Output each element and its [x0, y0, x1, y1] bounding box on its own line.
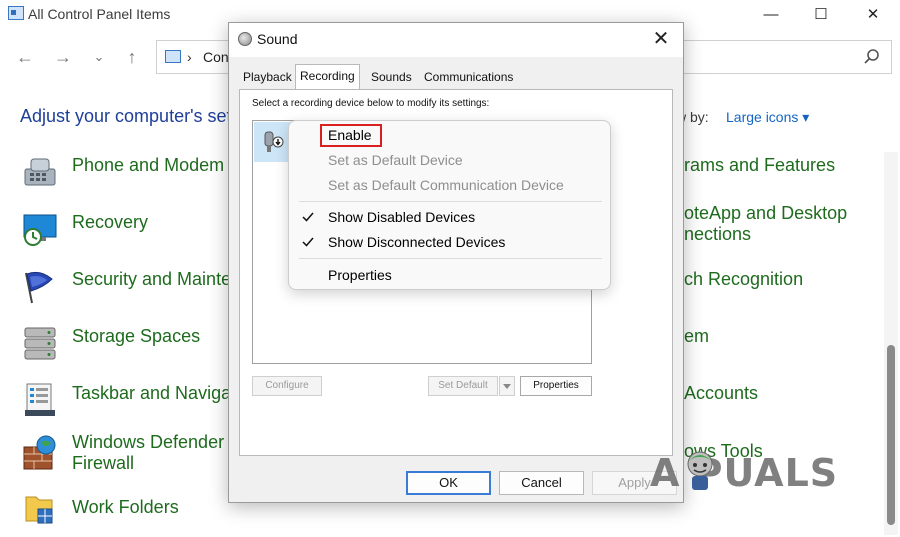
ok-button[interactable]: OK	[406, 471, 491, 495]
up-arrow-icon[interactable]: ↑	[121, 46, 143, 68]
security-flag-icon	[25, 271, 53, 304]
appuals-watermark: A PUALS	[650, 451, 839, 495]
watermark-mascot-icon	[687, 451, 713, 490]
checkmark-icon	[302, 212, 314, 222]
cp-item-remoteapp-line2[interactable]: nections	[684, 224, 751, 245]
scrollbar-thumb[interactable]	[887, 345, 895, 525]
work-folders-icon	[25, 496, 53, 524]
menu-separator	[299, 258, 602, 259]
phone-modem-icon	[24, 158, 56, 186]
cp-item-label[interactable]: Phone and Modem	[72, 155, 224, 176]
dialog-close-icon[interactable]: ✕	[649, 27, 673, 51]
cp-item-label[interactable]: Recovery	[72, 212, 148, 233]
page-heading: Adjust your computer's set	[20, 106, 232, 126]
control-panel-icon	[8, 6, 24, 20]
view-by-dropdown[interactable]: Large icons ▾	[726, 109, 809, 126]
cp-item-label[interactable]: Taskbar and Naviga	[72, 383, 231, 404]
cp-item-label[interactable]: Work Folders	[72, 497, 179, 518]
cp-item-remoteapp-line1[interactable]: oteApp and Desktop	[684, 203, 847, 224]
cp-item-user-accounts[interactable]: Accounts	[684, 383, 758, 404]
menu-item-label[interactable]: Show Disabled Devices	[328, 206, 475, 228]
search-icon[interactable]	[863, 48, 881, 66]
cp-item-label-line2[interactable]: Firewall	[72, 453, 134, 474]
microphone-disabled-icon	[264, 131, 284, 152]
menu-item-label[interactable]: Set as Default Device	[328, 149, 463, 171]
properties-button[interactable]: Properties	[520, 376, 592, 396]
set-default-dropdown-arrow[interactable]	[499, 376, 515, 396]
storage-spaces-icon	[24, 327, 56, 360]
cp-item-label[interactable]: Security and Mainte	[72, 269, 231, 290]
cp-item-programs-features[interactable]: rams and Features	[684, 155, 835, 176]
menu-item-label[interactable]: Show Disconnected Devices	[328, 231, 505, 253]
cp-item-system[interactable]: em	[684, 326, 709, 347]
menu-item-show-disabled-devices[interactable]: Show Disabled Devices	[289, 206, 610, 228]
menu-item-set-default-device[interactable]: Set as Default Device	[289, 149, 610, 171]
tab-playback[interactable]: Playback	[239, 67, 296, 87]
cp-item-speech-recognition[interactable]: ch Recognition	[684, 269, 803, 290]
menu-item-label[interactable]: Set as Default Communication Device	[328, 174, 564, 196]
checkmark-icon	[302, 237, 314, 247]
speaker-icon	[238, 32, 252, 46]
device-context-menu: Enable Set as Default Device Set as Defa…	[288, 120, 611, 290]
tab-sounds[interactable]: Sounds	[367, 67, 416, 87]
cancel-button[interactable]: Cancel	[499, 471, 584, 495]
cp-window-title: All Control Panel Items	[28, 6, 171, 22]
menu-item-properties[interactable]: Properties	[289, 264, 610, 286]
close-button[interactable]: ✕	[850, 2, 896, 28]
set-default-button[interactable]: Set Default	[428, 376, 498, 396]
back-arrow-icon[interactable]: ←	[14, 46, 36, 68]
forward-arrow-icon[interactable]: →	[52, 46, 74, 68]
taskbar-icon	[25, 383, 55, 416]
menu-separator	[299, 201, 602, 202]
configure-button[interactable]: Configure	[252, 376, 322, 396]
menu-item-set-default-communication-device[interactable]: Set as Default Communication Device	[289, 174, 610, 196]
cp-item-label-line1[interactable]: Windows Defender	[72, 432, 224, 453]
breadcrumb-separator: ›	[187, 49, 192, 65]
minimize-button[interactable]: —	[748, 2, 794, 28]
maximize-button[interactable]: ☐	[798, 2, 844, 28]
menu-item-label[interactable]: Properties	[328, 264, 392, 286]
menu-item-show-disconnected-devices[interactable]: Show Disconnected Devices	[289, 231, 610, 253]
dialog-title-bar: Sound ✕	[229, 23, 683, 57]
control-panel-small-icon	[165, 50, 181, 63]
dialog-title: Sound	[257, 31, 298, 47]
instruction-text: Select a recording device below to modif…	[252, 98, 490, 109]
tab-communications[interactable]: Communications	[420, 67, 517, 87]
recent-locations-chevron-icon[interactable]: ⌄	[88, 46, 110, 68]
enable-highlight-box	[320, 124, 382, 147]
firewall-icon	[23, 435, 56, 470]
tab-recording[interactable]: Recording	[295, 64, 360, 89]
dialog-footer: OK Cancel Apply	[229, 461, 683, 502]
recovery-icon	[23, 214, 57, 246]
cp-item-label[interactable]: Storage Spaces	[72, 326, 200, 347]
